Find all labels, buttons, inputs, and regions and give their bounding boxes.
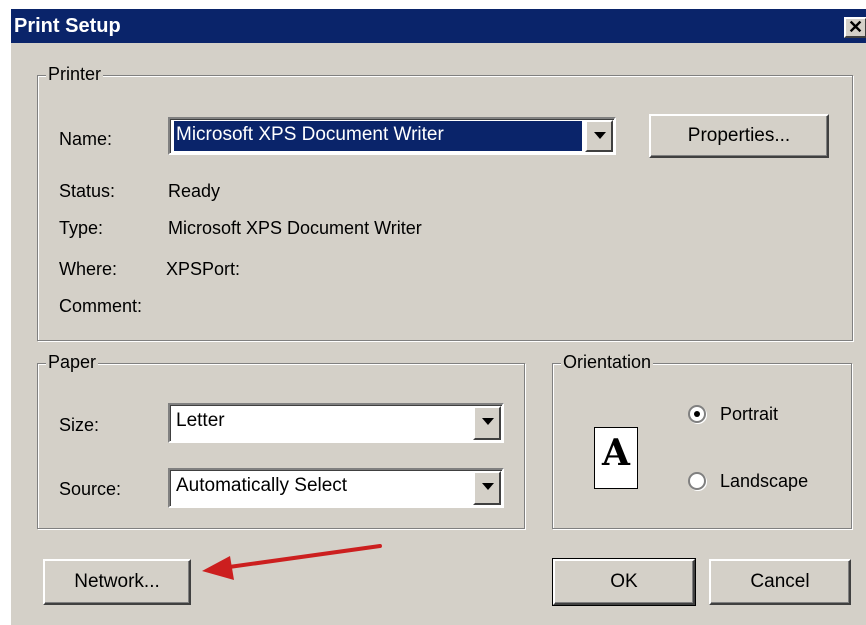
chevron-down-icon <box>594 132 606 139</box>
status-label: Status: <box>59 181 116 201</box>
printer-name-value: Microsoft XPS Document Writer <box>174 121 582 151</box>
chevron-down-icon <box>482 418 494 425</box>
type-label: Type: <box>59 218 104 238</box>
portrait-radio[interactable] <box>688 405 706 423</box>
paper-source-dropdown-button[interactable] <box>473 471 501 505</box>
landscape-label[interactable]: Landscape <box>720 471 808 492</box>
portrait-label[interactable]: Portrait <box>720 404 778 425</box>
network-button[interactable]: Network... <box>43 559 191 605</box>
paper-size-select[interactable]: Letter <box>168 403 504 443</box>
title-bar: Print Setup ✕ <box>11 9 866 43</box>
close-button[interactable]: ✕ <box>844 17 866 38</box>
cancel-button[interactable]: Cancel <box>709 559 851 605</box>
type-value: Microsoft XPS Document Writer <box>168 218 422 238</box>
printer-group-label: Printer <box>46 64 104 85</box>
printer-name-label: Name: <box>59 129 113 149</box>
paper-size-value: Letter <box>176 410 225 431</box>
radio-selected-dot <box>694 411 700 417</box>
paper-source-value: Automatically Select <box>176 475 348 496</box>
printer-name-select[interactable]: Microsoft XPS Document Writer <box>168 117 616 155</box>
window-title: Print Setup <box>14 15 121 37</box>
portrait-page-icon: A <box>594 427 638 489</box>
size-label: Size: <box>59 415 100 435</box>
source-label: Source: <box>59 479 122 499</box>
orientation-group-label: Orientation <box>561 352 654 373</box>
orientation-icon-letter: A <box>602 432 630 474</box>
print-setup-dialog: Print Setup ✕ Printer Name: Microsoft XP… <box>10 8 866 625</box>
landscape-radio[interactable] <box>688 472 706 490</box>
paper-source-select[interactable]: Automatically Select <box>168 468 504 508</box>
status-value: Ready <box>168 181 221 201</box>
paper-size-dropdown-button[interactable] <box>473 406 501 440</box>
paper-group-label: Paper <box>46 352 99 373</box>
where-label: Where: <box>59 259 118 279</box>
close-icon: ✕ <box>847 17 864 37</box>
ok-button[interactable]: OK <box>552 558 696 606</box>
properties-button[interactable]: Properties... <box>649 114 829 158</box>
comment-label: Comment: <box>59 296 143 316</box>
chevron-down-icon <box>482 483 494 490</box>
printer-name-dropdown-button[interactable] <box>585 120 613 152</box>
where-value: XPSPort: <box>166 259 241 279</box>
